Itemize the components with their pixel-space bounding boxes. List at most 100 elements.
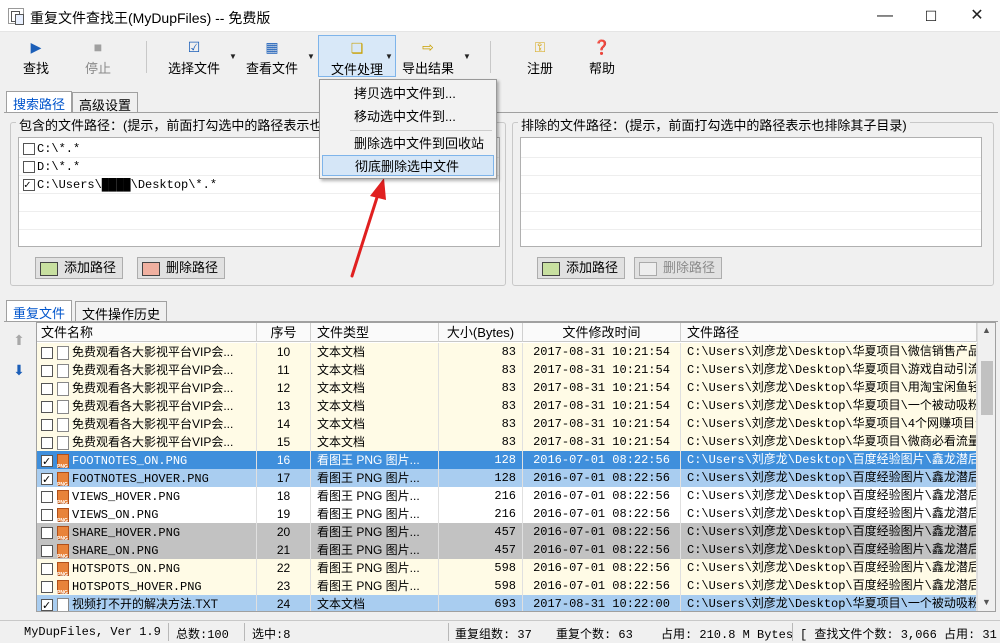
- register-button[interactable]: ⚿ 注册: [520, 35, 560, 77]
- scrollbar-thumb[interactable]: [981, 361, 993, 415]
- row-checkbox[interactable]: [41, 544, 53, 557]
- move-down-icon[interactable]: ⬇: [10, 362, 28, 380]
- row-checkbox[interactable]: [41, 597, 53, 611]
- delete-include-path-button[interactable]: 删除路径: [137, 257, 226, 279]
- export-result-button[interactable]: ⇨ 导出结果: [400, 35, 456, 77]
- cell-path: C:\Users\刘彦龙\Desktop\华夏项目\用淘宝闲鱼轻松: [681, 379, 977, 397]
- row-checkbox[interactable]: [41, 490, 53, 503]
- cell-type: 看图王 PNG 图片...: [311, 541, 439, 559]
- minimize-button[interactable]: —: [862, 0, 908, 32]
- cell-size: 598: [439, 577, 523, 595]
- column-header-size[interactable]: 大小(Bytes): [439, 323, 523, 342]
- row-checkbox[interactable]: [41, 453, 53, 469]
- duplicate-file-table[interactable]: 文件名称 序号 文件类型 大小(Bytes) 文件修改时间 文件路径 免费观看各…: [36, 322, 996, 612]
- column-header-index[interactable]: 序号: [257, 323, 311, 342]
- cell-time: 2016-07-01 08:22:56: [523, 523, 681, 541]
- add-include-path-button[interactable]: 添加路径: [35, 257, 124, 279]
- menu-item-copy[interactable]: 拷贝选中文件到...: [322, 83, 494, 104]
- vertical-scrollbar[interactable]: ▲ ▼: [977, 323, 995, 611]
- row-checkbox[interactable]: [41, 382, 53, 395]
- table-row[interactable]: SHARE_ON.PNG 21看图王 PNG 图片...4572016-07-01…: [37, 541, 995, 559]
- file-process-dropdown-icon[interactable]: ▼: [385, 52, 393, 61]
- add-exclude-path-button[interactable]: 添加路径: [537, 257, 626, 279]
- row-checkbox[interactable]: [41, 364, 53, 377]
- menu-item-delete-permanently[interactable]: 彻底删除选中文件: [322, 155, 494, 176]
- scroll-down-icon[interactable]: ▼: [982, 597, 991, 607]
- file-name-text: HOTSPOTS_ON.PNG: [72, 562, 181, 576]
- tab-advanced[interactable]: 高级设置: [72, 92, 139, 113]
- tab-duplicate-files[interactable]: 重复文件: [6, 300, 73, 321]
- table-row[interactable]: 免费观看各大影视平台VIP会... 10 文本文档 83 2017-08-31 10:2…: [37, 343, 995, 361]
- row-checkbox[interactable]: [41, 436, 53, 449]
- table-row[interactable]: SHARE_HOVER.PNG 20看图王 PNG 图片...4572016-07…: [37, 523, 995, 541]
- table-row[interactable]: 免费观看各大影视平台VIP会... 13 文本文档 83 2017-08-31 10:2…: [37, 397, 995, 415]
- cell-index: 19: [257, 505, 311, 523]
- table-row[interactable]: FOOTNOTES_ON.PNG 16看图王 PNG 图片...1282016-0…: [37, 451, 995, 469]
- delete-folder-icon: [639, 261, 657, 276]
- path-checkbox[interactable]: [23, 142, 35, 155]
- menu-separator: [350, 130, 492, 131]
- table-row[interactable]: HOTSPOTS_ON.PNG 22看图王 PNG 图片...5982016-07…: [37, 559, 995, 577]
- file-name-text: VIEWS_HOVER.PNG: [72, 490, 181, 504]
- row-checkbox[interactable]: [41, 346, 53, 359]
- cell-name: 免费观看各大影视平台VIP会...: [37, 379, 257, 397]
- select-file-dropdown-icon[interactable]: ▼: [229, 52, 237, 61]
- help-button[interactable]: ❓ 帮助: [582, 35, 622, 77]
- tab-search-path[interactable]: 搜索路径: [6, 91, 73, 112]
- table-row[interactable]: 免费观看各大影视平台VIP会... 14 文本文档 83 2017-08-31 10:2…: [37, 415, 995, 433]
- table-row[interactable]: 免费观看各大影视平台VIP会... 12 文本文档 83 2017-08-31 10:2…: [37, 379, 995, 397]
- cell-path: C:\Users\刘彦龙\Desktop\百度经验图片\鑫龙潜后航: [681, 487, 977, 505]
- select-file-button[interactable]: ☑ 选择文件: [164, 35, 224, 77]
- cell-path: C:\Users\刘彦龙\Desktop\华夏项目\一个被动吸粉: [681, 595, 977, 611]
- tab-file-history[interactable]: 文件操作历史: [75, 301, 168, 322]
- toolbar-separator: [490, 41, 491, 73]
- row-checkbox[interactable]: [41, 508, 53, 521]
- exclude-path-list[interactable]: [520, 137, 982, 247]
- row-checkbox[interactable]: [41, 562, 53, 575]
- cell-time: 2016-07-01 08:22:56: [523, 505, 681, 523]
- cell-path: C:\Users\刘彦龙\Desktop\华夏项目\微信销售产品...: [681, 343, 977, 361]
- table-row[interactable]: 免费观看各大影视平台VIP会... 11 文本文档 83 2017-08-31 10:2…: [37, 361, 995, 379]
- search-button[interactable]: ▶ 查找: [14, 35, 58, 77]
- cell-size: 83: [439, 397, 523, 415]
- file-name-text: SHARE_HOVER.PNG: [72, 526, 181, 540]
- include-group-title: 包含的文件路径：(提示，前面打勾选中的路径表示也: [16, 115, 326, 134]
- cell-name: 免费观看各大影视平台VIP会...: [37, 433, 257, 451]
- view-file-button[interactable]: ▦ 查看文件: [242, 35, 302, 77]
- row-checkbox[interactable]: [41, 400, 53, 413]
- stop-button[interactable]: ■ 停止: [76, 35, 120, 77]
- export-dropdown-icon[interactable]: ▼: [463, 52, 471, 61]
- play-icon: ▶: [30, 39, 42, 55]
- maximize-button[interactable]: ☐: [908, 0, 954, 32]
- move-up-icon[interactable]: ⬆: [10, 332, 28, 350]
- cell-type: 文本文档: [311, 397, 439, 415]
- column-header-time[interactable]: 文件修改时间: [523, 323, 681, 342]
- row-checkbox[interactable]: [41, 526, 53, 539]
- row-checkbox[interactable]: [41, 580, 53, 593]
- column-header-type[interactable]: 文件类型: [311, 323, 439, 342]
- scroll-up-icon[interactable]: ▲: [982, 325, 991, 335]
- cell-time: 2017-08-31 10:21:54: [523, 379, 681, 397]
- table-row[interactable]: VIEWS_ON.PNG 19看图王 PNG 图片...2162016-07-01…: [37, 505, 995, 523]
- table-row[interactable]: 免费观看各大影视平台VIP会... 15 文本文档 83 2017-08-31 10:2…: [37, 433, 995, 451]
- menu-item-recycle[interactable]: 删除选中文件到回收站: [322, 133, 494, 154]
- close-button[interactable]: ✕: [954, 0, 1000, 32]
- menu-item-move[interactable]: 移动选中文件到...: [322, 106, 494, 127]
- table-row[interactable]: VIEWS_HOVER.PNG 18看图王 PNG 图片...2162016-07…: [37, 487, 995, 505]
- row-checkbox[interactable]: [41, 471, 53, 487]
- status-selected: 选中:8: [252, 628, 291, 642]
- view-file-dropdown-icon[interactable]: ▼: [307, 52, 315, 61]
- text-file-icon: [57, 597, 69, 611]
- row-checkbox[interactable]: [41, 418, 53, 431]
- column-header-name[interactable]: 文件名称: [37, 323, 257, 342]
- delete-exclude-path-button[interactable]: 删除路径: [634, 257, 723, 279]
- table-row[interactable]: 视频打不开的解决方法.TXT 24文本文档6932017-08-31 10:22:…: [37, 595, 995, 611]
- column-header-path[interactable]: 文件路径: [681, 323, 977, 342]
- path-checkbox[interactable]: [23, 177, 35, 195]
- table-row[interactable]: FOOTNOTES_HOVER.PNG 17看图王 PNG 图片...128201…: [37, 469, 995, 487]
- table-row[interactable]: HOTSPOTS_HOVER.PNG 23看图王 PNG 图片...5982016…: [37, 577, 995, 595]
- path-checkbox[interactable]: [23, 160, 35, 173]
- cell-size: 83: [439, 379, 523, 397]
- cell-type: 看图王 PNG 图片...: [311, 487, 439, 505]
- cell-type: 看图王 PNG 图片...: [311, 451, 439, 469]
